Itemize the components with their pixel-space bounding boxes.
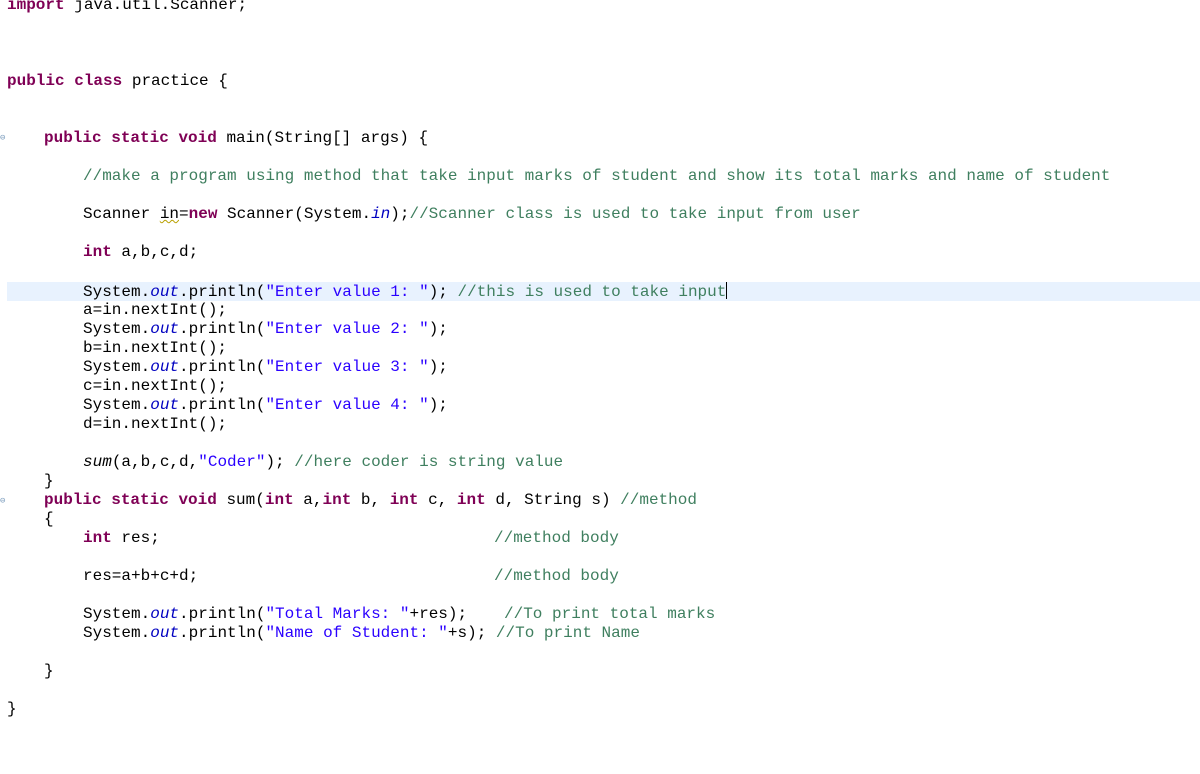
code-line-res-assign: res=a+b+c+d;	[83, 567, 199, 585]
code-line-println-4: System.out.println("Enter value 4: ");	[83, 396, 448, 414]
code-line-print-total: System.out.println("Total Marks: "+res);	[83, 605, 468, 623]
code-line-print-name: System.out.println("Name of Student: "+s…	[83, 624, 640, 642]
code-line-scanner: Scanner in=new Scanner(System.in);//Scan…	[83, 205, 861, 223]
code-line-int-decl: int a,b,c,d;	[83, 243, 199, 261]
fold-toggle-icon[interactable]: ⊖	[0, 134, 6, 143]
code-line-sum-call: sum(a,b,c,d,"Coder"); //here coder is st…	[83, 453, 564, 471]
code-line-method-close: }	[44, 662, 54, 680]
warning-underline[interactable]: in	[160, 205, 179, 223]
code-line-read-d: d=in.nextInt();	[83, 415, 228, 433]
code-line-res-decl: int res;	[83, 529, 160, 547]
code-line-println-3: System.out.println("Enter value 3: ");	[83, 358, 448, 376]
code-editor[interactable]: ⊖ ⊖ import java.util.Scanner; public cla…	[0, 0, 1200, 774]
text-caret	[726, 282, 728, 299]
code-line-print-total-comment: //To print total marks	[504, 605, 716, 623]
code-line-open-brace: {	[44, 510, 54, 528]
code-line-class-decl: public class practice {	[7, 72, 228, 90]
code-line-read-b: b=in.nextInt();	[83, 339, 228, 357]
editor-gutter	[0, 0, 6, 774]
code-line-read-a: a=in.nextInt();	[83, 301, 228, 319]
code-line-sum-decl: public static void sum(int a,int b, int …	[44, 491, 697, 509]
code-line-close-brace: }	[44, 472, 54, 490]
code-line-class-close: }	[7, 700, 17, 718]
code-line-import: import java.util.Scanner;	[7, 0, 248, 14]
code-line-println-2: System.out.println("Enter value 2: ");	[83, 320, 448, 338]
code-line-main-decl: public static void main(String[] args) {	[44, 129, 429, 147]
code-line-res-assign-comment: //method body	[494, 567, 619, 585]
code-line-comment: //make a program using method that take …	[83, 167, 1111, 185]
code-line-println-1: System.out.println("Enter value 1: "); /…	[83, 282, 728, 301]
code-line-read-c: c=in.nextInt();	[83, 377, 228, 395]
fold-toggle-icon[interactable]: ⊖	[0, 497, 6, 506]
code-line-res-decl-comment: //method body	[494, 529, 619, 547]
